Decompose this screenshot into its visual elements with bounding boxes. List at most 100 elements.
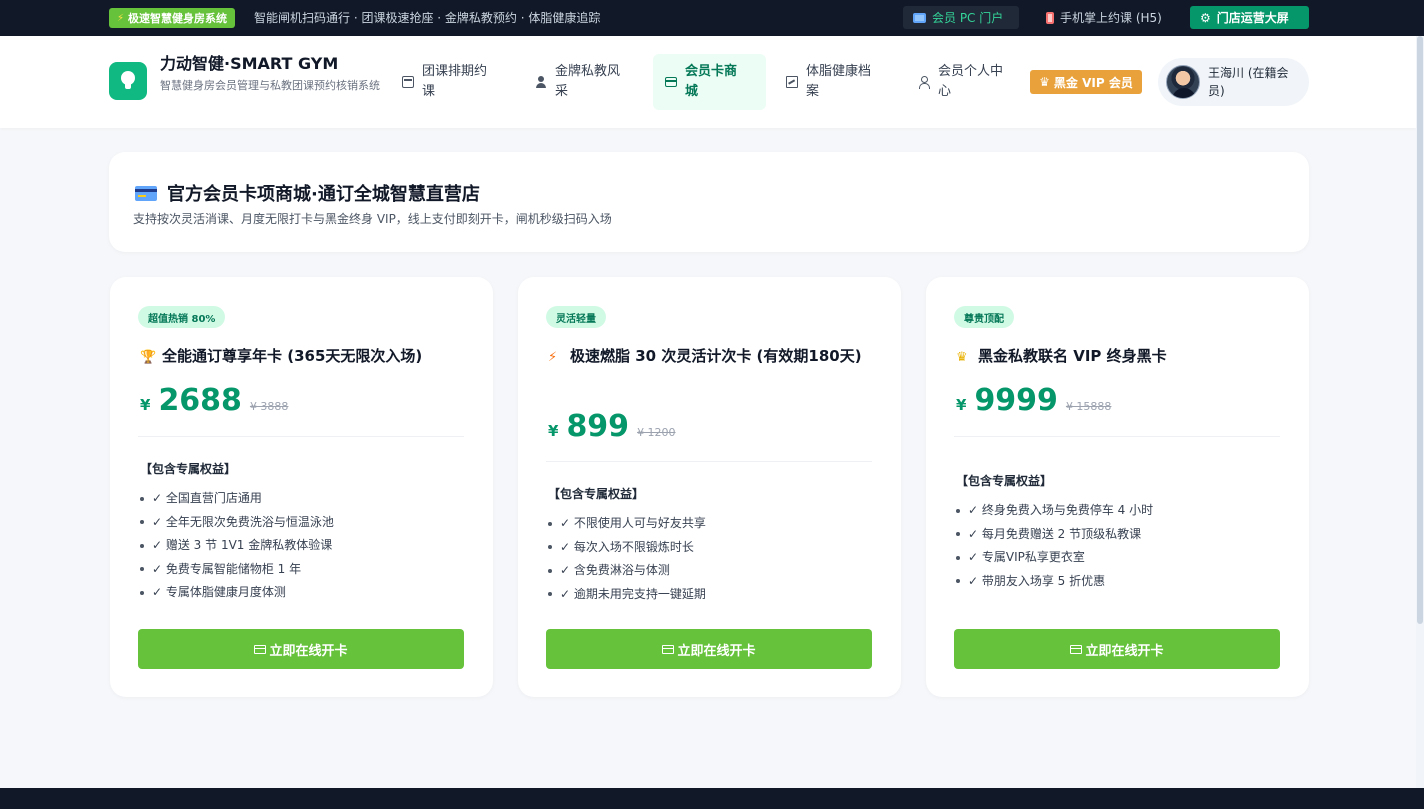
- benefits-list: ✓ 不限使用人可与好友共享 ✓ 每次入场不限锻炼时长 ✓ 含免费淋浴与体测 ✓ …: [548, 512, 706, 606]
- benefit-item: ✓ 逾期未用完支持一键延期: [548, 583, 706, 607]
- pc-portal-link[interactable]: 会员 PC 门户: [903, 6, 1019, 29]
- announcement-ticker: 智能闸机扫码通行 · 团课极速抢座 · 金牌私教预约 · 体脂健康追踪: [254, 11, 601, 25]
- card-title: ♛ 黑金私教联名 VIP 终身黑卡: [956, 343, 1286, 371]
- card-icon: [1070, 644, 1083, 654]
- vip-badge: ♛ 黑金 VIP 会员: [1030, 70, 1142, 94]
- card-title: 🏆 全能通订尊享年卡 (365天无限次入场): [140, 343, 470, 371]
- benefit-item: ✓ 每次入场不限锻炼时长: [548, 536, 706, 560]
- card-price: ¥ 9999 ¥ 15888: [956, 383, 1111, 418]
- page-subtitle: 支持按次灵活消课、月度无限打卡与黑金终身 VIP，线上支付即刻开卡，闸机秒级扫码…: [133, 212, 612, 226]
- scrollbar-thumb[interactable]: [1417, 36, 1423, 624]
- bank-card-icon: [135, 185, 157, 201]
- promo-badge: ⚡ 极速智慧健身房系统: [109, 8, 236, 28]
- user-profile-chip[interactable]: 王海川 (在籍会员): [1158, 58, 1309, 106]
- buy-button-label: 立即在线开卡: [677, 643, 756, 659]
- h5-booking-label: 手机掌上约课 (H5): [1060, 11, 1162, 25]
- lightbulb-icon: [120, 71, 136, 91]
- benefit-item: ✓ 专属体脂健康月度体测: [140, 581, 334, 605]
- card-tag: 灵活轻量: [546, 306, 606, 328]
- nav-item-member-center[interactable]: 会员个人中心: [906, 54, 1026, 110]
- monitor-icon: [913, 12, 926, 23]
- promo-label: 极速智慧健身房系统: [128, 12, 228, 25]
- benefit-item: ✓ 终身免费入场与免费停车 4 小时: [956, 499, 1153, 523]
- benefit-item: ✓ 每月免费赠送 2 节顶级私教课: [956, 523, 1153, 547]
- card-price: ¥ 899 ¥ 1200: [548, 409, 676, 444]
- price-amount: 899: [566, 409, 630, 444]
- divider: [138, 436, 464, 437]
- card-title: ⚡ 极速燃脂 30 次灵活计次卡 (有效期180天): [548, 343, 878, 371]
- card-icon: [665, 77, 677, 87]
- benefit-item: ✓ 免费专属智能储物柜 1 年: [140, 558, 334, 582]
- nav-label: 会员个人中心: [938, 64, 1004, 99]
- brand-subtitle: 智慧健身房会员管理与私教团课预约核销系统: [160, 79, 380, 92]
- card-icon: [662, 644, 675, 654]
- benefit-item: ✓ 专属VIP私享更衣室: [956, 546, 1153, 570]
- buy-button-label: 立即在线开卡: [269, 643, 348, 659]
- avatar: [1166, 65, 1200, 99]
- page-title-text: 官方会员卡项商城·通订全城智慧直营店: [167, 184, 480, 205]
- brand-title: 力动智健·SMART GYM: [160, 54, 339, 73]
- trophy-icon: 🏆: [140, 350, 157, 365]
- pc-portal-label: 会员 PC 门户: [932, 11, 1004, 25]
- user-icon: [535, 76, 547, 88]
- h5-booking-link[interactable]: 手机掌上约课 (H5): [1036, 6, 1172, 29]
- page-scrollbar[interactable]: [1416, 36, 1424, 788]
- page-footer: [0, 788, 1424, 809]
- benefits-heading: 【包含专属权益】: [956, 474, 1053, 488]
- benefit-item: ✓ 赠送 3 节 1V1 金牌私教体验课: [140, 534, 334, 558]
- benefits-heading: 【包含专属权益】: [140, 462, 237, 476]
- site-header: 力动智健·SMART GYM 智慧健身房会员管理与私教团课预约核销系统 团课排期…: [0, 36, 1416, 128]
- original-price: ¥ 15888: [1065, 400, 1112, 413]
- person-icon: [918, 76, 930, 89]
- chart-icon: [786, 76, 798, 88]
- nav-item-coaches[interactable]: 金牌私教风采: [523, 54, 643, 110]
- benefit-item: ✓ 全国直营门店通用: [140, 487, 334, 511]
- divider: [954, 436, 1280, 437]
- benefits-list: ✓ 全国直营门店通用 ✓ 全年无限次免费洗浴与恒温泳池 ✓ 赠送 3 节 1V1…: [140, 487, 334, 605]
- nav-label: 会员卡商城: [685, 64, 738, 99]
- card-title-text: 黑金私教联名 VIP 终身黑卡: [978, 347, 1167, 365]
- divider: [546, 461, 872, 462]
- card-tag: 超值热销 80%: [138, 306, 226, 328]
- nav-label: 金牌私教风采: [555, 64, 621, 99]
- vip-badge-label: 黑金 VIP 会员: [1053, 75, 1133, 90]
- ops-screen-button[interactable]: ⚙ 门店运营大屏: [1190, 6, 1309, 29]
- page-title: 官方会员卡项商城·通订全城智慧直营店: [135, 180, 480, 206]
- membership-card-punch: 灵活轻量 ⚡ 极速燃脂 30 次灵活计次卡 (有效期180天) ¥ 899 ¥ 1…: [518, 277, 901, 697]
- benefit-item: ✓ 全年无限次免费洗浴与恒温泳池: [140, 511, 334, 535]
- buy-card-button[interactable]: 立即在线开卡: [954, 629, 1280, 669]
- buy-card-button[interactable]: 立即在线开卡: [138, 629, 464, 669]
- card-title-text: 极速燃脂 30 次灵活计次卡 (有效期180天): [570, 347, 862, 365]
- nav-label: 体脂健康档案: [806, 64, 872, 99]
- lightning-icon: ⚡: [117, 12, 125, 24]
- card-tag: 尊贵顶配: [954, 306, 1014, 328]
- gear-icon: ⚙: [1200, 10, 1211, 25]
- currency-symbol: ¥: [956, 396, 967, 414]
- buy-card-button[interactable]: 立即在线开卡: [546, 629, 872, 669]
- top-bar: ⚡ 极速智慧健身房系统 智能闸机扫码通行 · 团课极速抢座 · 金牌私教预约 ·…: [0, 0, 1424, 36]
- card-title-text: 全能通订尊享年卡 (365天无限次入场): [162, 347, 423, 365]
- card-icon: [254, 644, 267, 654]
- ops-screen-label: 门店运营大屏: [1216, 11, 1289, 25]
- original-price: ¥ 3888: [249, 400, 289, 413]
- nav-label: 团课排期约课: [422, 64, 488, 99]
- membership-card-annual: 超值热销 80% 🏆 全能通订尊享年卡 (365天无限次入场) ¥ 2688 ¥ …: [110, 277, 493, 697]
- currency-symbol: ¥: [548, 422, 559, 440]
- logo[interactable]: [109, 62, 147, 100]
- nav-item-health-records[interactable]: 体脂健康档案: [774, 54, 894, 110]
- benefit-item: ✓ 含免费淋浴与体测: [548, 559, 706, 583]
- membership-card-vip: 尊贵顶配 ♛ 黑金私教联名 VIP 终身黑卡 ¥ 9999 ¥ 15888 【包含…: [926, 277, 1309, 697]
- card-price: ¥ 2688 ¥ 3888: [140, 383, 288, 418]
- shop-banner: 官方会员卡项商城·通订全城智慧直营店 支持按次灵活消课、月度无限打卡与黑金终身 …: [109, 152, 1309, 252]
- currency-symbol: ¥: [140, 396, 151, 414]
- price-amount: 2688: [158, 383, 242, 418]
- buy-button-label: 立即在线开卡: [1085, 643, 1164, 659]
- nav-item-group-class[interactable]: 团课排期约课: [390, 54, 510, 110]
- crown-icon: ♛: [1039, 75, 1050, 89]
- nav-item-card-shop[interactable]: 会员卡商城: [653, 54, 766, 110]
- calendar-icon: [402, 76, 414, 88]
- benefit-item: ✓ 不限使用人可与好友共享: [548, 512, 706, 536]
- user-name: 王海川 (在籍会员): [1208, 66, 1289, 98]
- price-amount: 9999: [974, 383, 1058, 418]
- lightning-icon: ⚡: [548, 350, 558, 365]
